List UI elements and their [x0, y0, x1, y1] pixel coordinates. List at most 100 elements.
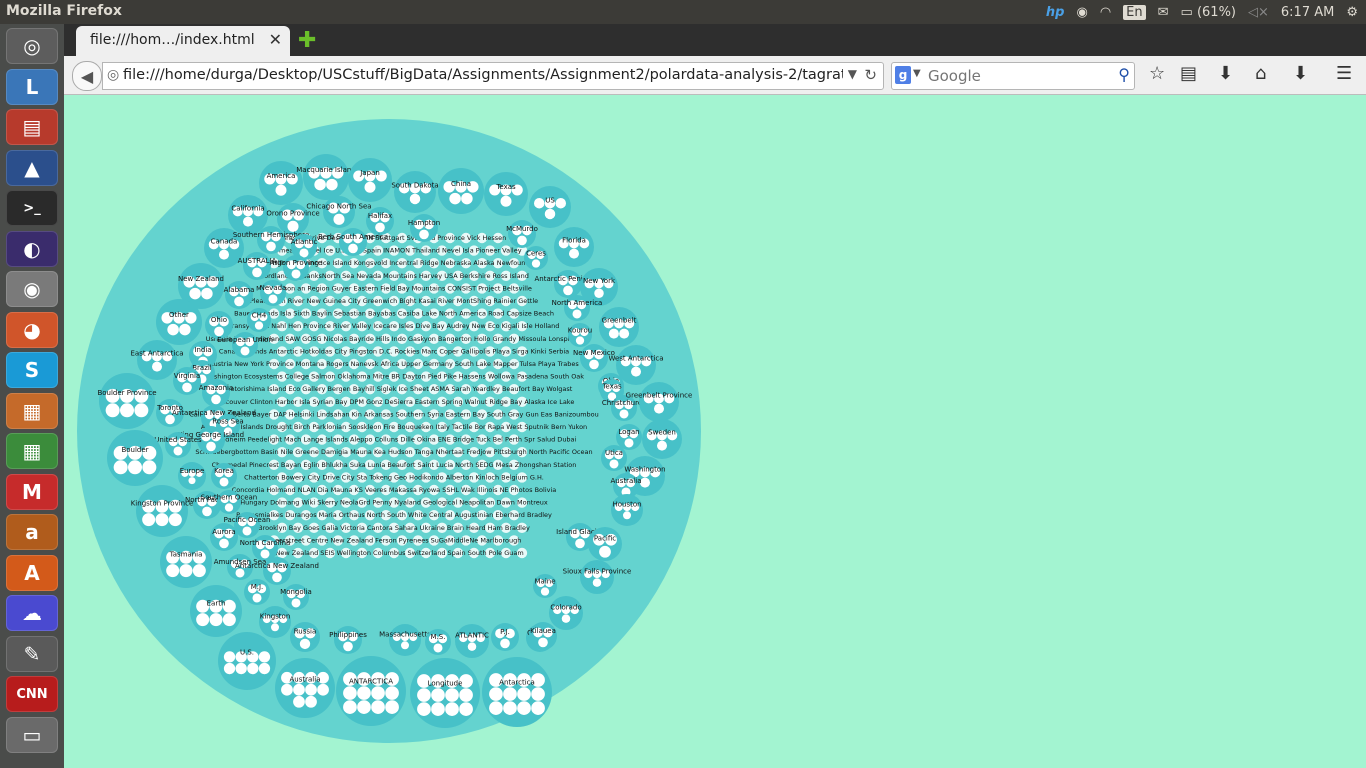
- tag-node[interactable]: US: [529, 186, 571, 228]
- leaf-circle[interactable]: [489, 687, 503, 701]
- leaf-circle[interactable]: [113, 460, 128, 475]
- leaf-circle[interactable]: [371, 686, 385, 700]
- leaf-circle[interactable]: [623, 511, 631, 520]
- tag-node[interactable]: Virginia: [173, 367, 201, 395]
- leaf-circle[interactable]: [211, 394, 221, 405]
- leaf-circle[interactable]: [196, 613, 210, 627]
- leaf-circle[interactable]: [247, 662, 259, 675]
- tag-node[interactable]: Colorado: [549, 596, 583, 630]
- tag-node[interactable]: Japan: [348, 158, 392, 202]
- wifi-icon[interactable]: ◠: [1100, 5, 1111, 20]
- settings-gear-icon[interactable]: ⚙: [1346, 5, 1358, 20]
- leaf-circle[interactable]: [242, 526, 252, 536]
- leaf-circle[interactable]: [209, 613, 223, 627]
- leaf-circle[interactable]: [214, 326, 224, 337]
- tag-node[interactable]: Houston: [611, 494, 643, 526]
- leaf-circle[interactable]: [223, 651, 236, 663]
- viewer-icon[interactable]: ✎: [6, 635, 58, 672]
- tag-node[interactable]: Ohio: [205, 311, 233, 339]
- leaf-circle[interactable]: [572, 309, 582, 319]
- tag-node[interactable]: Kilauea: [529, 622, 557, 650]
- leaf-circle[interactable]: [240, 346, 250, 356]
- amazon-icon[interactable]: a: [6, 514, 58, 550]
- leaf-circle[interactable]: [134, 403, 149, 418]
- hp-icon[interactable]: hp: [1046, 5, 1065, 20]
- leaf-circle[interactable]: [538, 637, 548, 648]
- mail-icon[interactable]: ✉: [1158, 5, 1169, 20]
- battery-indicator[interactable]: ▭ (61%): [1181, 5, 1236, 20]
- leaf-circle[interactable]: [540, 587, 550, 596]
- leaf-circle[interactable]: [364, 181, 376, 193]
- leaf-circle[interactable]: [569, 248, 579, 259]
- leaf-circle[interactable]: [268, 294, 278, 304]
- leaf-circle[interactable]: [254, 321, 264, 330]
- disk-icon[interactable]: ▭: [6, 716, 58, 753]
- google-engine-icon[interactable]: g: [895, 66, 911, 84]
- leaf-circle[interactable]: [271, 623, 279, 632]
- tag-node[interactable]: M.J.: [244, 579, 270, 605]
- leaf-circle[interactable]: [343, 686, 357, 700]
- leaf-circle[interactable]: [592, 578, 602, 587]
- leaf-circle[interactable]: [314, 178, 326, 191]
- bookmark-star-icon[interactable]: ☆: [1149, 63, 1165, 84]
- leaf-circle[interactable]: [619, 328, 630, 339]
- leaf-circle[interactable]: [544, 208, 556, 220]
- ubuntu-dash-icon[interactable]: ◎: [6, 28, 58, 64]
- tag-node[interactable]: P.J.: [491, 623, 519, 651]
- leaf-circle[interactable]: [624, 438, 634, 448]
- leaf-circle[interactable]: [182, 382, 192, 393]
- volume-icon[interactable]: ◁×: [1248, 5, 1269, 20]
- leaf-circle[interactable]: [517, 235, 527, 246]
- engine-dropdown-icon[interactable]: ▼: [913, 68, 921, 79]
- leaf-circle[interactable]: [219, 538, 229, 549]
- leaf-circle[interactable]: [201, 287, 213, 300]
- leaf-circle[interactable]: [206, 441, 216, 452]
- menu-hamburger-icon[interactable]: ☰: [1336, 63, 1352, 84]
- tag-node[interactable]: Ceres: [524, 246, 548, 270]
- leaf-circle[interactable]: [409, 193, 421, 205]
- leaf-circle[interactable]: [431, 702, 445, 716]
- cnn-icon[interactable]: CNN: [6, 676, 58, 712]
- tag-node[interactable]: Antarctica: [482, 657, 552, 727]
- leaf-circle[interactable]: [608, 328, 619, 339]
- leaf-circle[interactable]: [461, 192, 473, 205]
- tag-node[interactable]: Greenbelt: [599, 307, 639, 347]
- leaf-circle[interactable]: [357, 700, 371, 714]
- leaf-circle[interactable]: [555, 197, 567, 209]
- eclipse-icon[interactable]: ◐: [6, 230, 58, 267]
- libreoffice-icon[interactable]: L: [6, 68, 58, 105]
- leaf-circle[interactable]: [531, 259, 541, 268]
- leaf-circle[interactable]: [575, 336, 585, 345]
- leaf-circle[interactable]: [489, 701, 503, 715]
- leaf-circle[interactable]: [252, 267, 262, 278]
- tag-node[interactable]: Texas: [484, 172, 528, 216]
- leaf-circle[interactable]: [179, 564, 193, 578]
- url-text[interactable]: file:///home/durga/Desktop/USCstuff/BigD…: [123, 67, 843, 83]
- leaf-circle[interactable]: [202, 506, 212, 517]
- reload-icon[interactable]: ↻: [864, 66, 877, 84]
- leaf-circle[interactable]: [188, 477, 196, 485]
- leaf-circle[interactable]: [449, 192, 461, 205]
- leaf-circle[interactable]: [431, 688, 445, 702]
- leaf-circle[interactable]: [223, 662, 236, 675]
- firefox-icon[interactable]: ◕: [6, 311, 58, 348]
- leaf-circle[interactable]: [272, 572, 282, 583]
- leaf-circle[interactable]: [234, 296, 244, 307]
- leaf-circle[interactable]: [500, 195, 512, 207]
- back-button[interactable]: ◀: [72, 61, 102, 91]
- leaf-circle[interactable]: [179, 323, 191, 336]
- leaf-circle[interactable]: [445, 702, 459, 716]
- leaf-circle[interactable]: [258, 662, 271, 675]
- tag-node[interactable]: California: [228, 195, 268, 235]
- url-bar[interactable]: ◎ file:///home/durga/Desktop/USCstuff/Bi…: [102, 62, 884, 90]
- leaf-circle[interactable]: [166, 564, 180, 578]
- tab-close-icon[interactable]: ✕: [269, 30, 282, 49]
- tag-node[interactable]: Kingston: [259, 606, 291, 638]
- leaf-circle[interactable]: [599, 545, 611, 558]
- leaf-circle[interactable]: [333, 213, 345, 225]
- leaf-circle[interactable]: [192, 564, 206, 578]
- leaf-circle[interactable]: [252, 593, 262, 603]
- tag-node[interactable]: Logan: [616, 424, 642, 450]
- leaf-circle[interactable]: [343, 700, 357, 714]
- leaf-circle[interactable]: [275, 184, 287, 196]
